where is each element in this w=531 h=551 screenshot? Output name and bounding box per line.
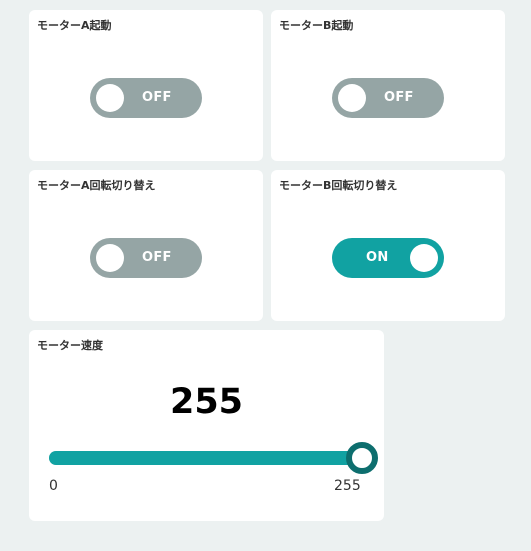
motor-a-direction-title: モーターA回転切り替え [37, 179, 156, 192]
toggle-state-label: OFF [384, 90, 414, 105]
motor-b-start-toggle[interactable]: OFF [332, 78, 444, 118]
motor-b-start-title: モーターB起動 [279, 19, 354, 32]
motor-a-start-toggle[interactable]: OFF [90, 78, 202, 118]
toggle-knob [338, 84, 366, 112]
motor-b-direction-card: モーターB回転切り替え ON [271, 170, 505, 321]
motor-a-start-title: モーターA起動 [37, 19, 112, 32]
motor-b-direction-toggle[interactable]: ON [332, 238, 444, 278]
motor-a-start-card: モーターA起動 OFF [29, 10, 263, 161]
motor-a-direction-toggle[interactable]: OFF [90, 238, 202, 278]
toggle-state-label: OFF [142, 90, 172, 105]
speed-value-readout: 255 [169, 382, 244, 422]
speed-slider-max-label: 255 [334, 478, 361, 494]
toggle-knob [410, 244, 438, 272]
toggle-knob [96, 244, 124, 272]
motor-a-direction-card: モーターA回転切り替え OFF [29, 170, 263, 321]
toggle-state-label: ON [366, 250, 389, 265]
motor-speed-card: モーター速度 255 0 255 [29, 330, 384, 521]
speed-slider-min-label: 0 [49, 478, 58, 494]
speed-slider-fill [49, 451, 362, 465]
toggle-state-label: OFF [142, 250, 172, 265]
motor-b-start-card: モーターB起動 OFF [271, 10, 505, 161]
motor-b-direction-title: モーターB回転切り替え [279, 179, 398, 192]
toggle-knob [96, 84, 124, 112]
motor-speed-title: モーター速度 [37, 339, 103, 352]
speed-slider[interactable] [49, 442, 378, 474]
speed-slider-thumb[interactable] [346, 442, 378, 474]
